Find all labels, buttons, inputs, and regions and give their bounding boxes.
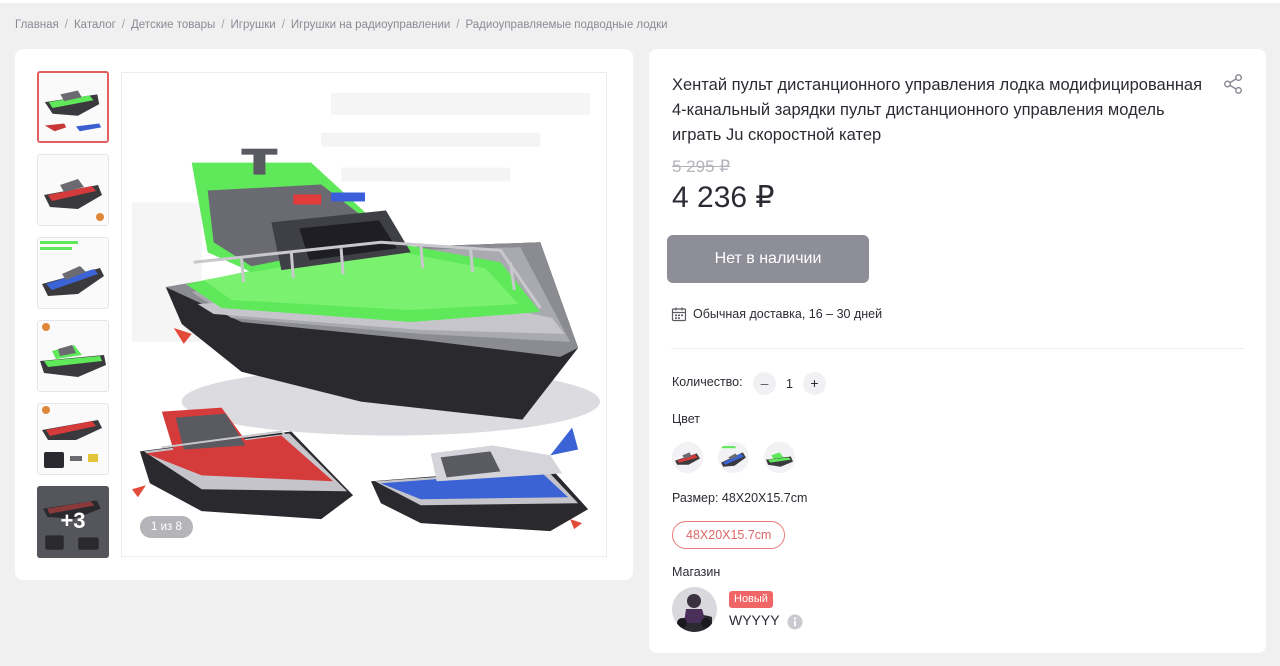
shop-avatar-icon bbox=[672, 587, 717, 632]
divider bbox=[671, 348, 1244, 349]
share-icon[interactable] bbox=[1222, 73, 1244, 95]
quantity-label: Количество: bbox=[672, 375, 743, 389]
shop-name[interactable]: WYYYY bbox=[729, 612, 780, 628]
quantity-increase-button[interactable]: + bbox=[803, 372, 826, 395]
size-label: Размер: 48X20X15.7cm bbox=[672, 491, 808, 505]
delivery-text: Обычная доставка, 16 – 30 дней bbox=[693, 307, 883, 321]
thumbnail-5[interactable] bbox=[37, 403, 109, 475]
breadcrumb-separator: / bbox=[121, 19, 125, 31]
thumbnail-1[interactable] bbox=[37, 71, 109, 143]
top-strip bbox=[0, 0, 1280, 3]
red-boat-with-remote-thumbnail-icon bbox=[38, 404, 108, 474]
rc-boat-photo-icon bbox=[122, 73, 606, 556]
image-counter: 1 из 8 bbox=[140, 516, 193, 538]
breadcrumb-home[interactable]: Главная bbox=[15, 19, 59, 31]
product-title: Хентай пульт дистанционного управления л… bbox=[672, 76, 1203, 144]
color-label: Цвет bbox=[672, 412, 701, 426]
more-images-thumbnail[interactable]: +3 bbox=[37, 486, 109, 558]
size-option[interactable]: 48X20X15.7cm bbox=[672, 521, 786, 549]
thumbnail-4[interactable] bbox=[37, 320, 109, 392]
blue-boat-swatch-icon bbox=[718, 442, 749, 473]
breadcrumb-rc-submarines[interactable]: Радиоуправляемые подводные лодки bbox=[466, 19, 668, 31]
quantity-decrease-button[interactable]: – bbox=[753, 372, 776, 395]
breadcrumb-separator: / bbox=[64, 19, 68, 31]
shop-avatar[interactable] bbox=[672, 587, 717, 632]
green-boat-swatch-icon bbox=[764, 442, 795, 473]
color-swatch-blue[interactable] bbox=[718, 442, 749, 473]
quantity-value: 1 bbox=[786, 377, 793, 391]
product-info: Хентай пульт дистанционного управления л… bbox=[649, 49, 1266, 653]
red-boat-thumbnail-icon bbox=[38, 155, 108, 225]
breadcrumb-separator: / bbox=[221, 19, 225, 31]
breadcrumb-rc-toys[interactable]: Игрушки на радиоуправлении bbox=[291, 19, 450, 31]
calendar-icon bbox=[671, 307, 687, 322]
product-gallery: +3 1 из 8 bbox=[15, 49, 633, 580]
breadcrumb-toys[interactable]: Игрушки bbox=[231, 19, 276, 31]
more-images-label: +3 bbox=[60, 508, 86, 533]
color-swatch-red[interactable] bbox=[672, 442, 703, 473]
green-boat-side-thumbnail-icon bbox=[38, 321, 108, 391]
thumbnail-2[interactable] bbox=[37, 154, 109, 226]
breadcrumb-separator: / bbox=[456, 19, 460, 31]
breadcrumb-separator: / bbox=[281, 19, 285, 31]
new-shop-badge: Новый bbox=[729, 591, 773, 608]
thumbnail-3[interactable] bbox=[37, 237, 109, 309]
color-swatch-green[interactable] bbox=[764, 442, 795, 473]
breadcrumb-catalog[interactable]: Каталог bbox=[74, 19, 116, 31]
delivery-info: Обычная доставка, 16 – 30 дней bbox=[671, 306, 882, 322]
breadcrumb-kids-goods[interactable]: Детские товары bbox=[131, 19, 215, 31]
breadcrumb: Главная / Каталог / Детские товары / Игрушки / И… bbox=[15, 19, 668, 31]
shop-label: Магазин bbox=[672, 565, 721, 579]
green-boat-thumbnail-icon bbox=[39, 73, 107, 141]
old-price: 5 295 ₽ bbox=[672, 157, 731, 176]
info-icon[interactable] bbox=[787, 614, 803, 630]
current-price: 4 236 ₽ bbox=[672, 181, 775, 214]
blue-boat-thumbnail-icon bbox=[38, 238, 108, 308]
out-of-stock-button[interactable]: Нет в наличии bbox=[667, 235, 869, 283]
main-product-image[interactable]: 1 из 8 bbox=[121, 72, 607, 557]
red-boat-swatch-icon bbox=[672, 442, 703, 473]
